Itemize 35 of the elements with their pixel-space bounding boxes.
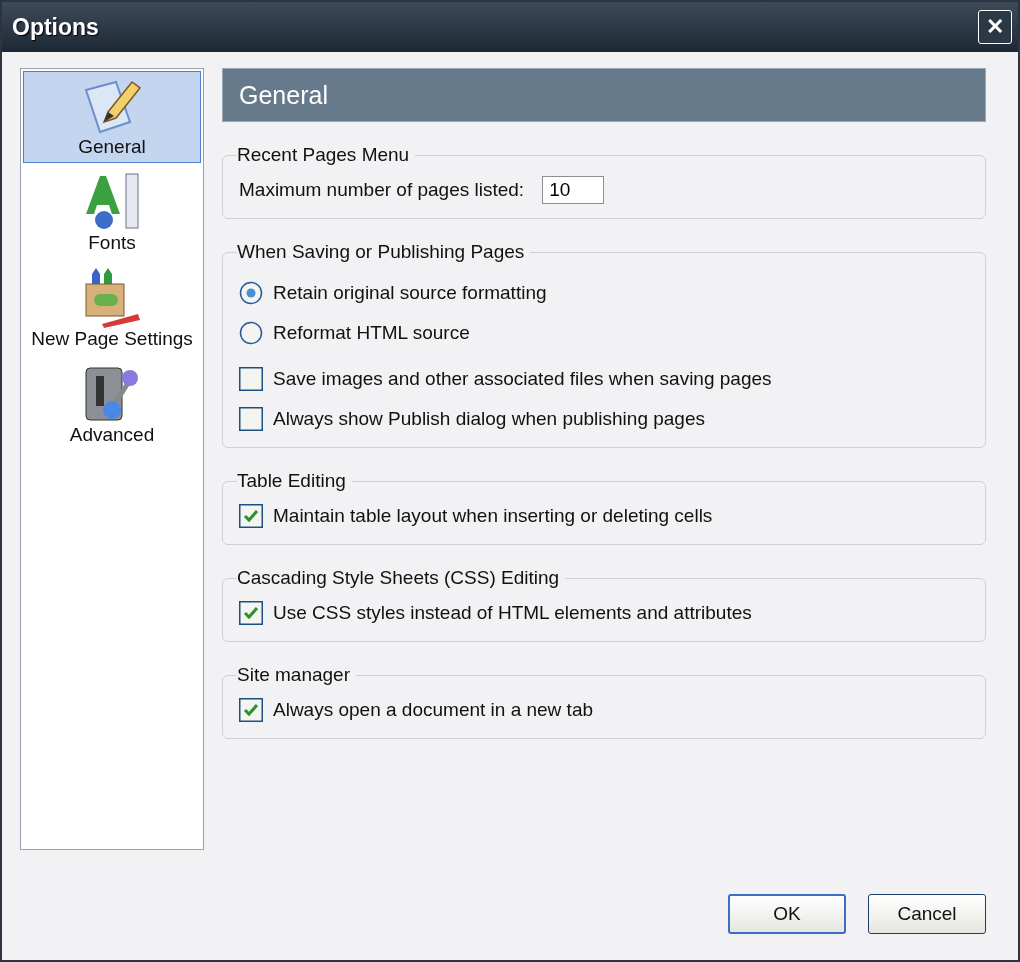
input-field[interactable]: 10 [542,176,605,204]
radio-label: Reformat HTML source [273,322,470,344]
checkbox[interactable] [239,407,263,431]
dialog-button[interactable]: Cancel [868,894,986,934]
sidebar-label: Advanced [69,424,155,446]
checkbox-label: Always show Publish dialog when publishing pages [273,408,705,430]
sidebar-item[interactable]: Fonts [23,167,201,259]
section-header: General [222,68,986,122]
window-title: Options [12,13,99,41]
sidebar-item[interactable]: Advanced [23,359,201,451]
checkbox-label: Maintain table layout when inserting or deleting cells [273,505,713,527]
group-title: Site manager [237,664,351,686]
close-button[interactable]: ✕ [978,10,1012,44]
sidebar-label: General [78,136,146,158]
radio-button[interactable] [239,321,263,345]
group-title: Recent Pages Menu [237,144,411,166]
dialog-button[interactable]: OK [728,894,846,934]
checkbox-label: Save images and other associated files when saving pages [273,368,772,390]
checkbox[interactable] [239,367,263,391]
sidebar-item[interactable]: New Page Settings [23,263,201,355]
checkbox-label: Use CSS styles instead of HTML elements and attributes [273,602,752,624]
sidebar-label: Fonts [88,232,136,254]
checkbox[interactable] [239,504,263,528]
group-title: When Saving or Publishing Pages [237,241,526,263]
checkbox[interactable] [239,698,263,722]
radio-button[interactable] [239,281,263,305]
sidebar-label: New Page Settings [31,328,193,350]
group-title: Cascading Style Sheets (CSS) Editing [237,567,561,589]
checkbox[interactable] [239,601,263,625]
checkbox-label: Always open a document in a new tab [273,699,594,721]
sidebar-item[interactable]: General [23,71,201,163]
field-label: Maximum number of pages listed: [239,179,525,201]
radio-label: Retain original source formatting [273,282,547,304]
group-title: Table Editing [237,470,347,492]
crayon-box-icon [82,268,142,328]
